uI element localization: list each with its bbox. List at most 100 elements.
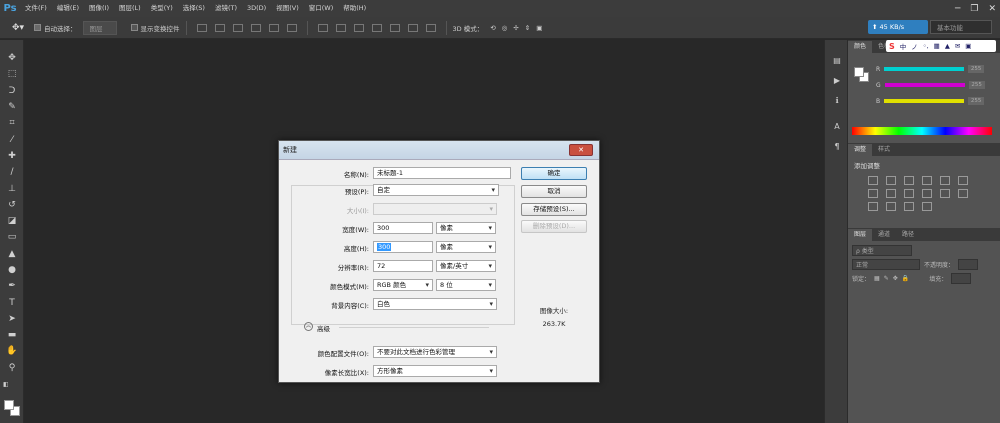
menu-view[interactable]: 视图(V) [271, 0, 304, 17]
tab-paths[interactable]: 路径 [896, 229, 920, 241]
tab-styles[interactable]: 样式 [872, 144, 896, 156]
advanced-label[interactable]: 高级 [317, 323, 330, 333]
gradient-map-icon[interactable] [904, 202, 914, 211]
menu-help[interactable]: 帮助(H) [338, 0, 371, 17]
r-slider[interactable] [884, 67, 965, 71]
align-bottom-icon[interactable] [232, 23, 243, 32]
align-center-icon[interactable] [268, 23, 279, 32]
ok-button[interactable]: 确定 [521, 167, 587, 180]
lasso-tool-icon[interactable]: ᑐ [0, 83, 24, 99]
threshold-icon[interactable] [886, 202, 896, 211]
history-panel-icon[interactable]: ▤ [825, 52, 849, 68]
color-mode-dropdown[interactable]: RGB 颜色 [373, 279, 433, 291]
color-spectrum[interactable] [852, 127, 992, 135]
color-profile-dropdown[interactable]: 不要对此文档进行色彩管理 [373, 346, 497, 358]
invert-icon[interactable] [958, 189, 968, 198]
gradient-tool-icon[interactable]: ▭ [0, 229, 24, 245]
advanced-toggle-icon[interactable]: ︽ [304, 322, 313, 331]
dodge-tool-icon[interactable]: ● [0, 262, 24, 278]
lock-move-icon[interactable]: ✥ [893, 275, 898, 282]
quick-select-tool-icon[interactable]: ✎ [0, 99, 24, 115]
distribute-left-icon[interactable] [371, 23, 382, 32]
menu-window[interactable]: 窗口(W) [304, 0, 339, 17]
color-lookup-icon[interactable] [940, 189, 950, 198]
vibrance-icon[interactable] [940, 176, 950, 185]
exposure-icon[interactable] [922, 176, 932, 185]
character-panel-icon[interactable]: A [825, 118, 849, 134]
levels-icon[interactable] [886, 176, 896, 185]
posterize-icon[interactable] [868, 202, 878, 211]
distribute-bottom-icon[interactable] [353, 23, 364, 32]
resolution-input[interactable]: 72 [373, 260, 433, 272]
menu-file[interactable]: 文件(F) [20, 0, 52, 17]
slide-3d-icon[interactable]: ⇕ [525, 24, 530, 32]
b-value[interactable]: 255 [968, 97, 985, 105]
g-value[interactable]: 255 [968, 81, 985, 89]
crop-tool-icon[interactable]: ⌗ [0, 115, 24, 131]
background-dropdown[interactable]: 白色 [373, 298, 497, 310]
menu-filter[interactable]: 滤镜(T) [210, 0, 242, 17]
swap-colors-icon[interactable]: ◧ [0, 376, 24, 392]
auto-select-dropdown[interactable]: 图层 [82, 20, 117, 35]
ime-mode-item[interactable]: 中 [900, 41, 907, 51]
zoom-tool-icon[interactable]: ⚲ [0, 360, 24, 376]
ime-tools-item[interactable]: ▣ [965, 42, 971, 50]
menu-select[interactable]: 选择(S) [178, 0, 210, 17]
shape-tool-icon[interactable]: ▬ [0, 327, 24, 343]
close-window-button[interactable]: ✕ [988, 4, 996, 14]
marquee-tool-icon[interactable]: ⬚ [0, 66, 24, 82]
foreground-color-swatch[interactable] [4, 400, 14, 410]
auto-align-icon[interactable] [425, 23, 436, 32]
panel-foreground-swatch[interactable] [854, 67, 864, 77]
distribute-right-icon[interactable] [407, 23, 418, 32]
align-middle-icon[interactable] [214, 23, 225, 32]
sogou-logo[interactable]: S [889, 42, 895, 51]
drag-3d-icon[interactable]: ✢ [513, 24, 518, 32]
selective-color-icon[interactable] [922, 202, 932, 211]
roll-3d-icon[interactable]: ◎ [502, 24, 508, 32]
blend-mode-select[interactable]: 正常 [852, 258, 920, 270]
tab-adjustments[interactable]: 调整 [848, 144, 873, 156]
distribute-center-icon[interactable] [389, 23, 400, 32]
width-unit-dropdown[interactable]: 像素 [436, 222, 496, 234]
menu-image[interactable]: 图像(I) [84, 0, 114, 17]
b-slider[interactable] [884, 99, 965, 103]
auto-select-checkbox[interactable] [34, 24, 41, 31]
brightness-icon[interactable] [868, 176, 878, 185]
hue-saturation-icon[interactable] [958, 176, 968, 185]
channel-mixer-icon[interactable] [922, 189, 932, 198]
ime-skin-item[interactable]: ▲ [945, 42, 950, 50]
color-balance-icon[interactable] [868, 189, 878, 198]
tab-color[interactable]: 颜色 [848, 41, 873, 53]
hand-tool-icon[interactable]: ✋ [0, 343, 24, 359]
move-tool-preset-icon[interactable]: ✥▾ [0, 23, 34, 33]
show-transform-checkbox[interactable] [130, 24, 138, 31]
g-slider[interactable] [884, 83, 965, 87]
photo-filter-icon[interactable] [904, 189, 914, 198]
clone-stamp-tool-icon[interactable]: ⊥ [0, 180, 24, 196]
resolution-unit-dropdown[interactable]: 像素/英寸 [436, 260, 496, 272]
eraser-tool-icon[interactable]: ◪ [0, 213, 24, 229]
path-select-tool-icon[interactable]: ➤ [0, 311, 24, 327]
healing-brush-tool-icon[interactable]: ✚ [0, 148, 24, 164]
save-preset-button[interactable]: 存储预设(S)... [521, 203, 587, 216]
opacity-field[interactable] [958, 258, 979, 270]
pixel-aspect-dropdown[interactable]: 方形像素 [373, 365, 497, 377]
ime-punct-item[interactable]: ◦, [923, 42, 929, 50]
align-top-icon[interactable] [196, 23, 207, 32]
history-brush-tool-icon[interactable]: ↺ [0, 197, 24, 213]
actions-panel-icon[interactable]: ▶ [825, 72, 849, 88]
name-input[interactable]: 未标题-1 [373, 167, 511, 179]
distribute-middle-icon[interactable] [335, 23, 346, 32]
bit-depth-dropdown[interactable]: 8 位 [436, 279, 496, 291]
dialog-close-button[interactable]: ✕ [569, 144, 593, 156]
curves-icon[interactable] [904, 176, 914, 185]
black-white-icon[interactable] [886, 189, 896, 198]
ime-moon-item[interactable]: ノ [911, 41, 918, 51]
menu-edit[interactable]: 编辑(E) [52, 0, 84, 17]
workspace-switcher[interactable]: 基本功能 [930, 20, 992, 34]
width-input[interactable]: 300 [373, 222, 433, 234]
align-right-icon[interactable] [286, 23, 297, 32]
fill-field[interactable] [951, 272, 972, 284]
scale-3d-icon[interactable]: ▣ [536, 24, 542, 32]
